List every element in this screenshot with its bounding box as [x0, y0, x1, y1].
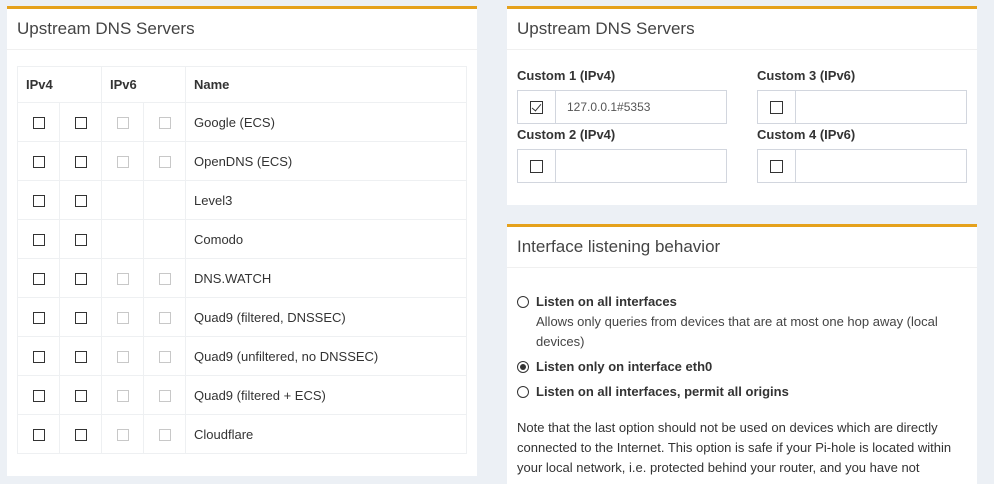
- dns-provider-name: Quad9 (unfiltered, no DNSSEC): [185, 336, 467, 376]
- custom-dns-title: Upstream DNS Servers: [507, 9, 977, 50]
- ipv4-primary-checkbox[interactable]: [32, 351, 45, 364]
- listen-eth0-radio[interactable]: [517, 360, 529, 373]
- custom3-input[interactable]: [796, 91, 966, 123]
- interface-note: Note that the last option should not be …: [517, 420, 952, 475]
- upstream-dns-title: Upstream DNS Servers: [7, 9, 477, 50]
- ipv6-header: IPv6: [101, 66, 186, 103]
- listen-eth0-label: Listen only on interface eth0: [536, 359, 713, 374]
- ipv6-secondary-checkbox[interactable]: [158, 156, 171, 169]
- listen-eth0-option[interactable]: Listen only on interface eth0: [517, 359, 712, 374]
- custom4-checkbox[interactable]: [770, 159, 783, 173]
- listen-all-origins-label: Listen on all interfaces, permit all ori…: [536, 384, 789, 399]
- ipv6-primary-checkbox[interactable]: [116, 156, 129, 169]
- ipv4-header: IPv4: [17, 66, 102, 103]
- custom2-input[interactable]: [556, 150, 726, 182]
- custom4-input[interactable]: [796, 150, 966, 182]
- dns-provider-name: Google (ECS): [185, 102, 467, 142]
- dns-provider-name: Quad9 (filtered + ECS): [185, 375, 467, 415]
- custom-dns-box: Upstream DNS Servers Custom 1 (IPv4) 127…: [507, 6, 977, 205]
- table-row: OpenDNS (ECS): [17, 141, 467, 181]
- ipv6-primary-checkbox[interactable]: [116, 429, 129, 442]
- listen-all-origins-option[interactable]: Listen on all interfaces, permit all ori…: [517, 384, 789, 399]
- table-row: Level3: [17, 180, 467, 220]
- ipv6-secondary-checkbox[interactable]: [158, 273, 171, 286]
- ipv4-primary-checkbox[interactable]: [32, 234, 45, 247]
- table-row: Quad9 (unfiltered, no DNSSEC): [17, 336, 467, 376]
- ipv6-primary-checkbox[interactable]: [116, 117, 129, 130]
- ipv4-primary-checkbox[interactable]: [32, 273, 45, 286]
- table-row: Comodo: [17, 219, 467, 259]
- dns-provider-name: Quad9 (filtered, DNSSEC): [185, 297, 467, 337]
- listen-all-description: Allows only queries from devices that ar…: [536, 314, 938, 349]
- custom1-input[interactable]: 127.0.0.1#5353: [556, 91, 726, 123]
- ipv6-secondary-checkbox[interactable]: [158, 351, 171, 364]
- ipv4-secondary-checkbox[interactable]: [74, 312, 87, 325]
- interface-title: Interface listening behavior: [507, 227, 977, 268]
- custom2-checkbox[interactable]: [530, 159, 543, 173]
- ipv4-secondary-checkbox[interactable]: [74, 429, 87, 442]
- ipv4-primary-checkbox[interactable]: [32, 429, 45, 442]
- ipv4-secondary-checkbox[interactable]: [74, 117, 87, 130]
- dns-provider-name: Level3: [185, 180, 467, 220]
- ipv4-secondary-checkbox[interactable]: [74, 156, 87, 169]
- listen-all-origins-radio[interactable]: [517, 385, 529, 398]
- upstream-dns-box: Upstream DNS Servers IPv4 IPv6 Name Goog…: [7, 6, 477, 476]
- ipv4-secondary-checkbox[interactable]: [74, 273, 87, 286]
- custom1-label: Custom 1 (IPv4): [517, 68, 616, 83]
- ipv6-secondary-checkbox[interactable]: [158, 429, 171, 442]
- custom4-label: Custom 4 (IPv6): [757, 127, 856, 142]
- ipv6-secondary-checkbox[interactable]: [158, 117, 171, 130]
- listen-all-option[interactable]: Listen on all interfaces: [517, 294, 677, 309]
- ipv4-primary-checkbox[interactable]: [32, 117, 45, 130]
- ipv4-secondary-checkbox[interactable]: [74, 234, 87, 247]
- ipv4-primary-checkbox[interactable]: [32, 390, 45, 403]
- custom3-group: [757, 90, 967, 124]
- table-row: Google (ECS): [17, 102, 467, 142]
- interface-box: Interface listening behavior Listen on a…: [507, 224, 977, 484]
- ipv6-primary-checkbox[interactable]: [116, 390, 129, 403]
- ipv6-primary-checkbox[interactable]: [116, 351, 129, 364]
- custom1-checkbox[interactable]: [530, 100, 543, 114]
- ipv6-secondary-checkbox[interactable]: [158, 312, 171, 325]
- ipv4-secondary-checkbox[interactable]: [74, 390, 87, 403]
- upstream-dns-table: IPv4 IPv6 Name Google (ECS) OpenDNS (ECS)…: [17, 66, 467, 454]
- ipv4-primary-checkbox[interactable]: [32, 156, 45, 169]
- custom1-group: 127.0.0.1#5353: [517, 90, 727, 124]
- dns-provider-name: OpenDNS (ECS): [185, 141, 467, 181]
- name-header: Name: [185, 66, 467, 103]
- ipv6-primary-checkbox[interactable]: [116, 312, 129, 325]
- table-row: Quad9 (filtered + ECS): [17, 375, 467, 415]
- ipv6-primary-checkbox[interactable]: [116, 273, 129, 286]
- table-row: Cloudflare: [17, 414, 467, 454]
- custom3-checkbox[interactable]: [770, 100, 783, 114]
- ipv4-secondary-checkbox[interactable]: [74, 351, 87, 364]
- listen-all-radio[interactable]: [517, 295, 529, 308]
- custom2-label: Custom 2 (IPv4): [517, 127, 616, 142]
- listen-all-label: Listen on all interfaces: [536, 294, 677, 309]
- table-row: Quad9 (filtered, DNSSEC): [17, 297, 467, 337]
- custom4-group: [757, 149, 967, 183]
- ipv6-secondary-checkbox[interactable]: [158, 390, 171, 403]
- ipv4-primary-checkbox[interactable]: [32, 195, 45, 208]
- dns-provider-name: Comodo: [185, 219, 467, 259]
- custom2-group: [517, 149, 727, 183]
- table-row: DNS.WATCH: [17, 258, 467, 298]
- ipv4-primary-checkbox[interactable]: [32, 312, 45, 325]
- custom3-label: Custom 3 (IPv6): [757, 68, 856, 83]
- dns-provider-name: Cloudflare: [185, 414, 467, 454]
- dns-provider-name: DNS.WATCH: [185, 258, 467, 298]
- ipv4-secondary-checkbox[interactable]: [74, 195, 87, 208]
